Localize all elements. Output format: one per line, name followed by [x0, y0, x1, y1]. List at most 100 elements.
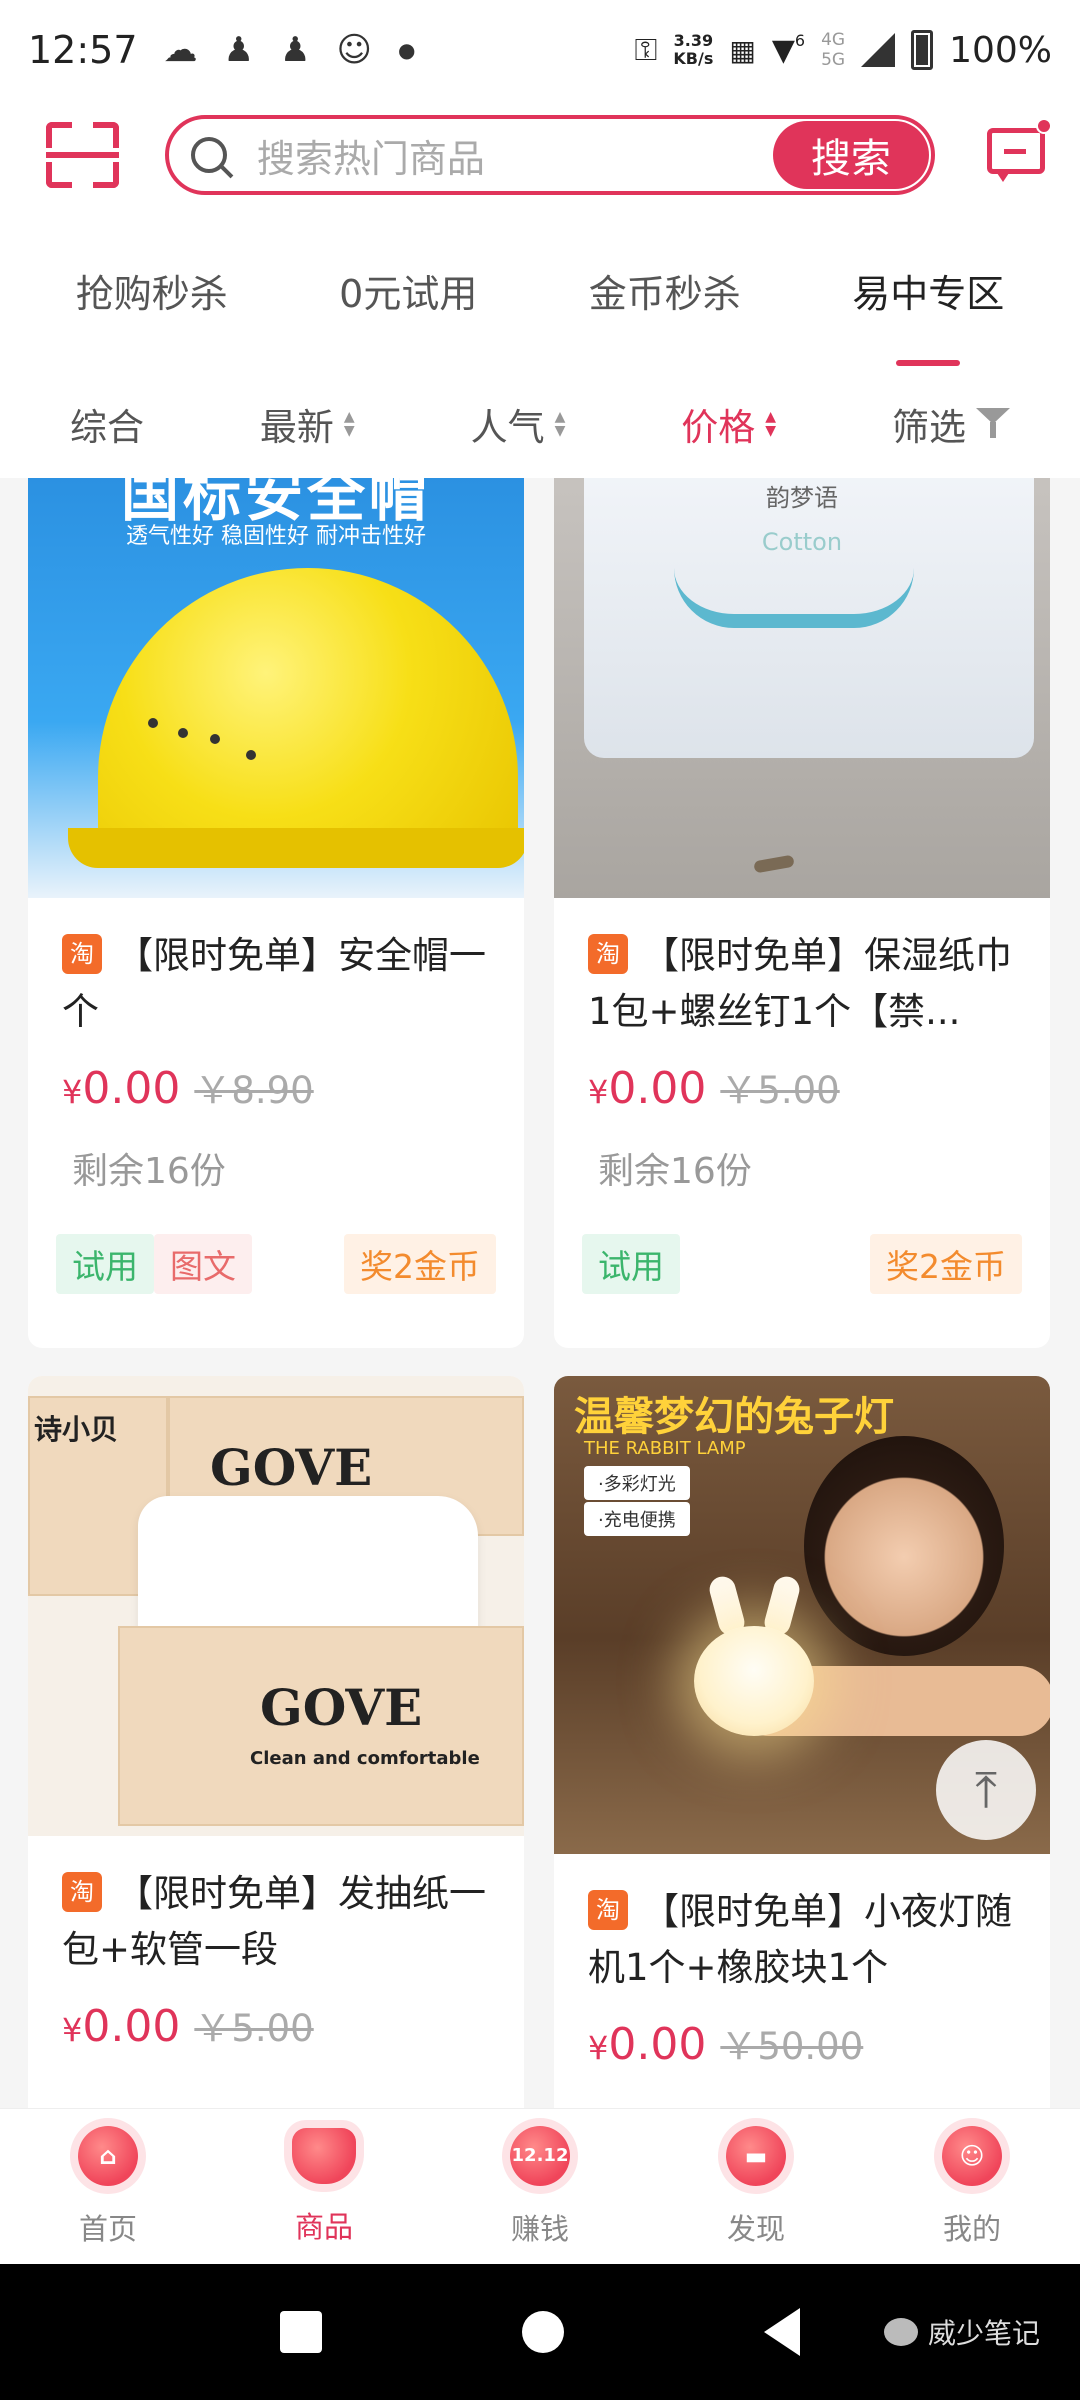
product-title[interactable]: 淘【限时免单】保湿纸巾1包+螺丝钉1个【禁... — [554, 928, 1050, 1040]
tab-easy-zone[interactable]: 易中专区 — [842, 243, 1014, 338]
nav-me[interactable]: ☺ 我的 — [882, 2125, 1062, 2248]
nav-discover[interactable]: ▬ 发现 — [666, 2125, 846, 2248]
battery-icon — [911, 30, 934, 70]
discover-chat-icon: ▬ — [726, 2125, 786, 2186]
current-price: 0.00 — [608, 1063, 707, 1114]
taobao-badge: 淘 — [588, 1889, 628, 1930]
product-title-text: 【限时免单】发抽纸一包+软管一段 — [62, 1872, 486, 1971]
coin-reward-tag: 奖2金币 — [870, 1234, 1022, 1294]
back-button[interactable] — [764, 2308, 800, 2356]
earn-1212-icon: 12.12 — [510, 2125, 570, 2186]
price-row: ¥ 0.00 ￥50.00 — [554, 2016, 1050, 2070]
scan-icon-corner — [92, 122, 119, 148]
product-title[interactable]: 淘【限时免单】安全帽一个 — [28, 928, 524, 1040]
scan-button[interactable] — [40, 112, 125, 198]
scan-icon-line — [46, 152, 119, 158]
nav-label: 发现 — [726, 2211, 785, 2246]
product-grid: 国标安全帽 透气性好 稳固性好 耐冲击性好 淘【限时免单】安全帽一个 ¥ 0.0… — [0, 478, 1080, 2108]
wechat-icon: ☺ — [336, 30, 372, 70]
scroll-to-top-button[interactable]: ⤒ — [936, 1740, 1036, 1840]
battery-percent: 100% — [949, 29, 1052, 71]
filter-icon — [975, 408, 1010, 440]
product-title[interactable]: 淘【限时免单】发抽纸一包+软管一段 — [28, 1866, 524, 1978]
product-image-subline: Cotton — [761, 528, 843, 556]
product-image[interactable]: 韵梦语 Cotton — [554, 478, 1050, 898]
status-bar: 12:57 ☁ ♟ ♟ ☺ ● ⚿ 3.39 KB/s ▦ ▼ 6 4G 5G … — [0, 0, 1080, 100]
recents-button[interactable] — [280, 2311, 322, 2353]
product-image-logo: GOVE — [210, 1438, 373, 1497]
original-price: ￥8.90 — [194, 1069, 314, 1112]
product-card[interactable]: 温馨梦幻的兔子灯 THE RABBIT LAMP ·多彩灯光 ·充电便携 ⤒ 淘… — [554, 1376, 1050, 2108]
product-image-subline: 透气性好 稳固性好 耐冲击性好 — [126, 524, 426, 549]
product-image-subline: Clean and comfortable — [250, 1748, 480, 1769]
tab-free-trial[interactable]: 0元试用 — [329, 243, 487, 338]
nav-label: 首页 — [78, 2211, 137, 2246]
coin-reward-tag: 奖2金币 — [344, 1234, 496, 1294]
wechat-watermark-icon — [883, 2318, 918, 2346]
product-image[interactable]: 温馨梦幻的兔子灯 THE RABBIT LAMP ·多彩灯光 ·充电便携 ⤒ — [554, 1376, 1050, 1854]
product-card[interactable]: 国标安全帽 透气性好 稳固性好 耐冲击性好 淘【限时免单】安全帽一个 ¥ 0.0… — [28, 478, 524, 1348]
nav-products[interactable]: 商品 — [234, 2127, 414, 2246]
tab-coin-flash-sale[interactable]: 金币秒杀 — [579, 243, 751, 338]
sort-comprehensive[interactable]: 综合 — [70, 397, 144, 451]
sort-popularity[interactable]: 人气 ▲ ▼ — [471, 397, 566, 451]
search-input[interactable]: 搜索热门商品 搜索 — [164, 115, 935, 195]
nav-earn[interactable]: 12.12 赚钱 — [450, 2125, 630, 2248]
product-image-subline: THE RABBIT LAMP — [584, 1438, 746, 1459]
network-gen-top: 4G — [821, 30, 846, 50]
product-image[interactable]: 国标安全帽 透气性好 稳固性好 耐冲击性好 — [28, 478, 524, 898]
nav-label: 我的 — [942, 2211, 1001, 2246]
currency-symbol: ¥ — [62, 1073, 83, 1111]
original-price: ￥5.00 — [194, 2007, 314, 2050]
network-speed-unit: KB/s — [673, 49, 714, 68]
product-card[interactable]: 诗小贝 GOVE GOVE Clean and comfortable 淘【限时… — [28, 1376, 524, 2108]
qq-penguin-icon: ♟ — [223, 30, 254, 70]
product-card[interactable]: 韵梦语 Cotton 淘【限时免单】保湿纸巾1包+螺丝钉1个【禁... ¥ 0.… — [554, 478, 1050, 1348]
status-right: ⚿ 3.39 KB/s ▦ ▼ 6 4G 5G 100% — [635, 30, 1052, 71]
original-price: ￥5.00 — [720, 1069, 840, 1112]
sort-filter[interactable]: 筛选 — [892, 397, 1010, 451]
screw-graphic — [753, 854, 795, 874]
header: 搜索热门商品 搜索 — [0, 100, 1080, 210]
taobao-badge: 淘 — [62, 933, 102, 974]
scan-icon-corner — [92, 162, 119, 188]
sort-label: 人气 — [470, 406, 545, 449]
product-image-feature: ·充电便携 — [584, 1502, 690, 1536]
search-icon — [190, 137, 227, 173]
price-row: ¥ 0.00 ￥5.00 — [554, 1060, 1050, 1114]
remaining-stock: 剩余16份 — [598, 1151, 752, 1192]
current-price: 0.00 — [82, 1063, 181, 1114]
product-image-headline: 温馨梦幻的兔子灯 — [574, 1394, 894, 1440]
search-button[interactable]: 搜索 — [772, 121, 929, 189]
nav-home[interactable]: ⌂ 首页 — [18, 2125, 198, 2248]
tags-row: 试用 奖2金币 — [554, 1234, 1050, 1294]
hd-icon: ▦ — [729, 33, 756, 67]
remaining-stock: 剩余16份 — [72, 1151, 226, 1192]
chat-bubble-icon: ☁ — [163, 30, 198, 70]
taobao-badge: 淘 — [62, 1871, 102, 1912]
search-placeholder: 搜索热门商品 — [256, 136, 485, 181]
model-graphic — [804, 1436, 1004, 1656]
sort-label: 价格 — [681, 406, 756, 449]
product-title[interactable]: 淘【限时免单】小夜灯随机1个+橡胶块1个 — [554, 1884, 1050, 1996]
message-button[interactable] — [981, 118, 1052, 190]
sort-newest[interactable]: 最新 ▲ ▼ — [260, 397, 355, 451]
wifi-signal-label: 6 — [794, 30, 806, 50]
product-image-feature: ·多彩灯光 — [584, 1466, 690, 1500]
arrow-up-icon: ⤒ — [974, 1760, 998, 1819]
unread-dot — [1036, 118, 1052, 134]
sort-label: 筛选 — [891, 406, 966, 449]
scan-icon-corner — [46, 162, 72, 188]
product-image-logo-2: GOVE — [260, 1678, 423, 1737]
home-button[interactable] — [522, 2311, 564, 2353]
wifi-icon: ▼ — [771, 32, 795, 68]
cell-signal-icon — [861, 33, 896, 67]
current-price: 0.00 — [82, 2001, 181, 2052]
product-title-text: 【限时免单】安全帽一个 — [62, 934, 486, 1033]
sort-price[interactable]: 价格 ▲ ▼ — [681, 397, 776, 451]
product-title-text: 【限时免单】小夜灯随机1个+橡胶块1个 — [588, 1890, 1012, 1989]
product-image[interactable]: 诗小贝 GOVE GOVE Clean and comfortable — [28, 1376, 524, 1836]
product-title-text: 【限时免单】保湿纸巾1包+螺丝钉1个【禁... — [588, 934, 1012, 1033]
bottom-nav: ⌂ 首页 商品 12.12 赚钱 ▬ 发现 ☺ 我的 — [0, 2108, 1080, 2264]
tab-flash-sale[interactable]: 抢购秒杀 — [66, 243, 238, 338]
